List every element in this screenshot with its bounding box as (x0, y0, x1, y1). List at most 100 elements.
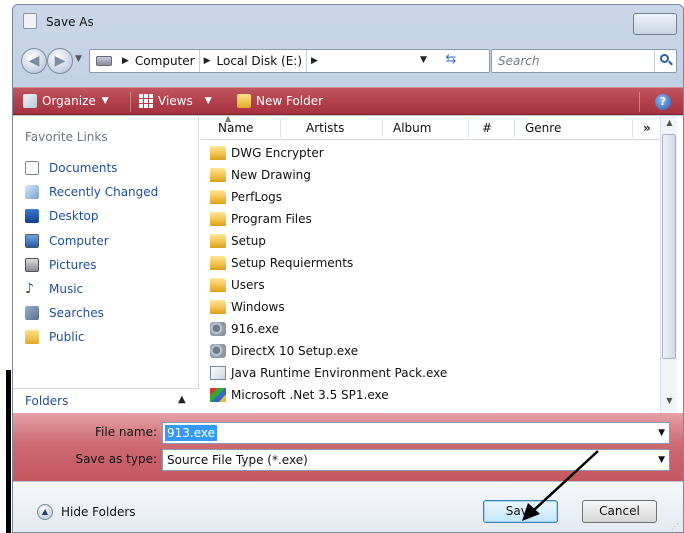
chevron-up-icon: ▲ (37, 504, 53, 520)
file-row[interactable]: DirectX 10 Setup.exe (210, 340, 358, 362)
history-dropdown-icon[interactable]: ▼ (75, 54, 82, 64)
folders-label: Folders (25, 394, 69, 408)
search-input[interactable] (496, 52, 646, 70)
fav-desktop[interactable]: Desktop (25, 206, 99, 226)
address-row: ◀ ▶ ▼ ▶ Computer ▶ Local Disk (E:) ▶ ▼ ⇆ (13, 45, 683, 77)
file-row[interactable]: Users (210, 274, 265, 296)
file-list-pane: Name ▲ Artists Album # Genre » DWG Encry… (200, 114, 683, 413)
fav-computer[interactable]: Computer (25, 231, 109, 251)
file-name: New Drawing (231, 168, 311, 182)
document-icon (25, 161, 39, 175)
column-name[interactable]: Name (218, 121, 253, 135)
vertical-scrollbar[interactable]: ▲ ▼ (660, 116, 677, 413)
column-header: Name ▲ Artists Album # Genre » (200, 114, 660, 140)
file-name: Microsoft .Net 3.5 SP1.exe (231, 388, 389, 402)
file-row[interactable]: Windows (210, 296, 285, 318)
column-genre[interactable]: Genre (525, 121, 561, 135)
fav-searches[interactable]: Searches (25, 303, 104, 323)
public-folder-icon (25, 330, 39, 344)
java-exe-icon (210, 366, 226, 380)
folder-icon (210, 146, 226, 160)
resize-grip-icon[interactable]: ⋰ (671, 522, 681, 532)
close-button[interactable] (633, 13, 677, 35)
views-label: Views (158, 94, 193, 108)
cancel-button[interactable]: Cancel (582, 500, 657, 523)
column-album[interactable]: Album (393, 121, 431, 135)
new-folder-icon (237, 94, 251, 108)
searches-icon (25, 306, 39, 320)
file-row[interactable]: DWG Encrypter (210, 142, 324, 164)
views-button[interactable]: Views ▼ (139, 94, 212, 108)
fav-documents[interactable]: Documents (25, 158, 117, 178)
file-row[interactable]: PerfLogs (210, 186, 282, 208)
file-name-value: 913.exe (165, 425, 218, 441)
desktop-icon (25, 209, 39, 223)
folder-icon (210, 300, 226, 314)
save-button[interactable]: Save (483, 500, 558, 523)
save-fields: File name: 913.exe ▼ Save as type: Sourc… (13, 413, 683, 481)
chevron-down-icon[interactable]: ▼ (658, 428, 665, 438)
save-type-select[interactable]: Source File Type (*.exe) ▼ (162, 449, 670, 471)
fav-recently-changed[interactable]: Recently Changed (25, 182, 158, 202)
fav-pictures[interactable]: Pictures (25, 255, 97, 275)
title-bar: Save As (13, 5, 683, 39)
breadcrumb-chevron-icon[interactable]: ▶ (307, 56, 322, 66)
left-edge (0, 0, 12, 533)
file-name-input[interactable]: 913.exe ▼ (162, 422, 670, 444)
column-artists[interactable]: Artists (306, 121, 344, 135)
folder-icon (210, 256, 226, 270)
computer-icon (25, 234, 39, 248)
file-row[interactable]: Java Runtime Environment Pack.exe (210, 362, 447, 384)
back-button[interactable]: ◀ (21, 48, 47, 74)
file-row[interactable]: Program Files (210, 208, 312, 230)
file-row[interactable]: 916.exe (210, 318, 279, 340)
scroll-up-icon[interactable]: ▲ (661, 118, 678, 132)
file-name: DirectX 10 Setup.exe (231, 344, 359, 358)
address-dropdown-icon[interactable]: ▼ (420, 55, 427, 65)
chevron-up-icon[interactable]: ▲ (178, 394, 186, 405)
favorite-links-header: Favorite Links (25, 130, 108, 144)
file-name: Users (231, 278, 265, 292)
dialog-title: Save As (46, 15, 94, 29)
edge-mark (6, 370, 11, 533)
breadcrumb-chevron-icon[interactable]: ▶ (200, 56, 215, 66)
folders-toggle-bar[interactable]: Folders ▲ (13, 388, 199, 413)
new-folder-button[interactable]: New Folder (237, 94, 323, 108)
organize-button[interactable]: Organize ▼ (23, 94, 109, 108)
file-row[interactable]: Setup Requierments (210, 252, 353, 274)
file-name: DWG Encrypter (231, 146, 324, 160)
folder-icon (210, 234, 226, 248)
fav-music[interactable]: ♪ Music (25, 279, 83, 299)
breadcrumb-computer[interactable]: Computer (133, 54, 197, 68)
search-button[interactable] (654, 50, 676, 72)
dialog-icon (23, 13, 37, 29)
save-type-label: Save as type: (75, 452, 157, 466)
scroll-thumb[interactable] (662, 134, 676, 359)
chevron-down-icon[interactable]: ▼ (658, 455, 665, 465)
fav-public[interactable]: Public (25, 327, 85, 347)
scroll-down-icon[interactable]: ▼ (661, 396, 678, 410)
folder-icon (210, 190, 226, 204)
refresh-icon[interactable]: ⇆ (440, 52, 462, 70)
folder-icon (210, 168, 226, 182)
file-row[interactable]: New Drawing (210, 164, 311, 186)
organize-icon (23, 94, 37, 108)
column-number[interactable]: # (482, 121, 492, 135)
forward-button[interactable]: ▶ (47, 48, 73, 74)
file-row[interactable]: Setup (210, 230, 266, 252)
address-bar[interactable]: ▶ Computer ▶ Local Disk (E:) ▶ ▼ ⇆ (89, 49, 490, 73)
hide-folders-button[interactable]: ▲ Hide Folders (37, 504, 136, 520)
breadcrumb-local-disk[interactable]: Local Disk (E:) (215, 54, 305, 68)
search-box (491, 49, 677, 73)
folder-icon (210, 278, 226, 292)
more-columns-icon[interactable]: » (643, 121, 651, 135)
music-icon: ♪ (25, 281, 34, 297)
chevron-down-icon: ▼ (204, 96, 212, 106)
content-area: Favorite Links Documents Recently Change… (13, 114, 683, 413)
file-name: 916.exe (231, 322, 280, 336)
help-icon[interactable]: ? (655, 94, 671, 110)
file-row[interactable]: Microsoft .Net 3.5 SP1.exe (210, 384, 389, 406)
hide-folders-label: Hide Folders (61, 505, 136, 519)
breadcrumb-chevron-icon[interactable]: ▶ (118, 56, 133, 66)
save-as-dialog: Save As ◀ ▶ ▼ ▶ Computer ▶ Local Disk (E… (12, 4, 684, 533)
